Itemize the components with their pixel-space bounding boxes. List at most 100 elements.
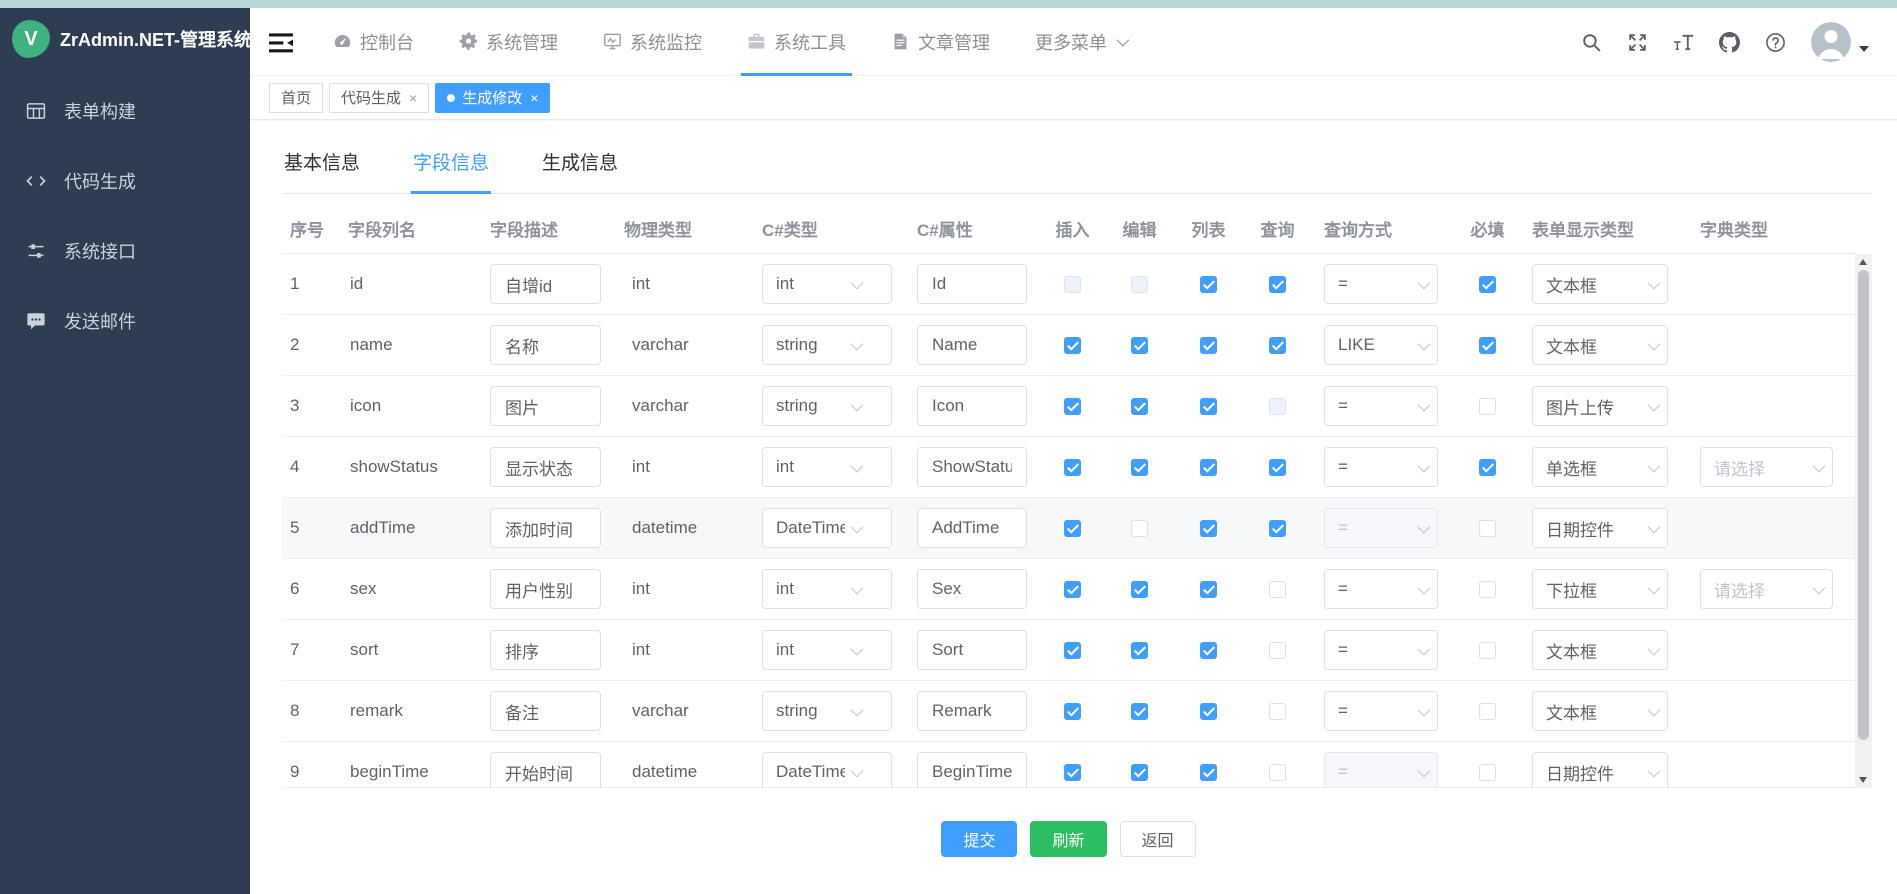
- insert-checkbox[interactable]: [1064, 398, 1081, 415]
- edit-checkbox[interactable]: [1131, 459, 1148, 476]
- sidebar-item-send-mail[interactable]: 发送邮件: [0, 286, 250, 356]
- dict-type-select[interactable]: 请选择: [1700, 447, 1833, 487]
- field-description-input[interactable]: [490, 691, 601, 731]
- list-checkbox[interactable]: [1200, 703, 1217, 720]
- list-checkbox[interactable]: [1200, 642, 1217, 659]
- display-type-select[interactable]: 图片上传: [1532, 386, 1668, 426]
- csharp-property-input[interactable]: [917, 569, 1027, 609]
- csharp-property-input[interactable]: [917, 752, 1027, 788]
- display-type-select[interactable]: 文本框: [1532, 264, 1668, 304]
- sidebar-item-form-build[interactable]: 表单构建: [0, 76, 250, 146]
- github-button[interactable]: [1719, 32, 1740, 53]
- nav-item-console[interactable]: 控制台: [333, 8, 414, 76]
- display-type-select[interactable]: 文本框: [1532, 691, 1668, 731]
- list-checkbox[interactable]: [1200, 398, 1217, 415]
- list-checkbox[interactable]: [1200, 337, 1217, 354]
- required-checkbox[interactable]: [1479, 276, 1496, 293]
- csharp-property-input[interactable]: [917, 447, 1027, 487]
- query-mode-select[interactable]: =: [1324, 264, 1438, 304]
- display-type-select[interactable]: 日期控件: [1532, 508, 1668, 548]
- display-type-select[interactable]: 下拉框: [1532, 569, 1668, 609]
- query-checkbox[interactable]: [1269, 337, 1286, 354]
- csharp-property-input[interactable]: [917, 386, 1027, 426]
- field-description-input[interactable]: [490, 508, 601, 548]
- fullscreen-button[interactable]: [1627, 32, 1648, 53]
- query-mode-select[interactable]: =: [1324, 630, 1438, 670]
- tab-field-info[interactable]: 字段信息: [411, 146, 491, 193]
- field-description-input[interactable]: [490, 325, 601, 365]
- list-checkbox[interactable]: [1200, 459, 1217, 476]
- scroll-down-arrow-icon[interactable]: [1859, 777, 1867, 783]
- submit-button[interactable]: 提交: [941, 821, 1017, 857]
- csharp-type-select[interactable]: string: [762, 325, 892, 365]
- insert-checkbox[interactable]: [1064, 520, 1081, 537]
- csharp-property-input[interactable]: [917, 630, 1027, 670]
- query-checkbox[interactable]: [1269, 276, 1286, 293]
- insert-checkbox[interactable]: [1064, 703, 1081, 720]
- refresh-button[interactable]: 刷新: [1030, 821, 1106, 857]
- required-checkbox[interactable]: [1479, 764, 1496, 781]
- help-button[interactable]: [1765, 32, 1786, 53]
- query-mode-select[interactable]: =: [1324, 569, 1438, 609]
- csharp-type-select[interactable]: int: [762, 569, 892, 609]
- close-icon[interactable]: ×: [530, 90, 538, 106]
- query-checkbox[interactable]: [1269, 581, 1286, 598]
- query-mode-select[interactable]: =: [1324, 508, 1438, 548]
- scrollbar-thumb[interactable]: [1858, 270, 1869, 740]
- app-logo-area[interactable]: V ZrAdmin.NET-管理系统: [0, 8, 250, 70]
- nav-item-system-admin[interactable]: 系统管理: [459, 8, 558, 76]
- query-checkbox[interactable]: [1269, 703, 1286, 720]
- nav-item-system-tools[interactable]: 系统工具: [747, 8, 846, 76]
- field-description-input[interactable]: [490, 447, 601, 487]
- required-checkbox[interactable]: [1479, 581, 1496, 598]
- csharp-property-input[interactable]: [917, 508, 1027, 548]
- dict-type-select[interactable]: 请选择: [1700, 569, 1833, 609]
- list-checkbox[interactable]: [1200, 276, 1217, 293]
- display-type-select[interactable]: 文本框: [1532, 630, 1668, 670]
- required-checkbox[interactable]: [1479, 459, 1496, 476]
- query-checkbox[interactable]: [1269, 642, 1286, 659]
- back-button[interactable]: 返回: [1120, 821, 1196, 857]
- csharp-type-select[interactable]: int: [762, 264, 892, 304]
- csharp-type-select[interactable]: string: [762, 691, 892, 731]
- field-description-input[interactable]: [490, 569, 601, 609]
- list-checkbox[interactable]: [1200, 764, 1217, 781]
- required-checkbox[interactable]: [1479, 642, 1496, 659]
- query-mode-select[interactable]: =: [1324, 752, 1438, 788]
- sidebar-item-system-api[interactable]: 系统接口: [0, 216, 250, 286]
- field-description-input[interactable]: [490, 752, 601, 788]
- nav-item-article-admin[interactable]: 文章管理: [891, 8, 990, 76]
- csharp-property-input[interactable]: [917, 264, 1027, 304]
- insert-checkbox[interactable]: [1064, 337, 1081, 354]
- query-mode-select[interactable]: =: [1324, 691, 1438, 731]
- edit-checkbox[interactable]: [1131, 398, 1148, 415]
- edit-checkbox[interactable]: [1131, 764, 1148, 781]
- sidebar-collapse-icon[interactable]: [269, 31, 295, 53]
- edit-checkbox[interactable]: [1131, 642, 1148, 659]
- edit-checkbox[interactable]: [1131, 703, 1148, 720]
- nav-item-more-menu[interactable]: 更多菜单: [1035, 8, 1126, 76]
- required-checkbox[interactable]: [1479, 520, 1496, 537]
- query-checkbox[interactable]: [1269, 520, 1286, 537]
- csharp-type-select[interactable]: string: [762, 386, 892, 426]
- tag-home[interactable]: 首页: [269, 83, 323, 113]
- query-checkbox[interactable]: [1269, 764, 1286, 781]
- required-checkbox[interactable]: [1479, 398, 1496, 415]
- close-icon[interactable]: ×: [409, 90, 417, 106]
- edit-checkbox[interactable]: [1131, 581, 1148, 598]
- query-mode-select[interactable]: LIKE: [1324, 325, 1438, 365]
- insert-checkbox[interactable]: [1064, 581, 1081, 598]
- scroll-up-arrow-icon[interactable]: [1859, 259, 1867, 265]
- csharp-type-select[interactable]: int: [762, 447, 892, 487]
- list-checkbox[interactable]: [1200, 581, 1217, 598]
- display-type-select[interactable]: 单选框: [1532, 447, 1668, 487]
- required-checkbox[interactable]: [1479, 337, 1496, 354]
- query-mode-select[interactable]: =: [1324, 447, 1438, 487]
- user-menu[interactable]: [1811, 22, 1869, 62]
- csharp-type-select[interactable]: DateTime: [762, 508, 892, 548]
- field-description-input[interactable]: [490, 264, 601, 304]
- csharp-property-input[interactable]: [917, 325, 1027, 365]
- query-checkbox[interactable]: [1269, 459, 1286, 476]
- font-size-button[interactable]: [1673, 32, 1694, 53]
- display-type-select[interactable]: 日期控件: [1532, 752, 1668, 788]
